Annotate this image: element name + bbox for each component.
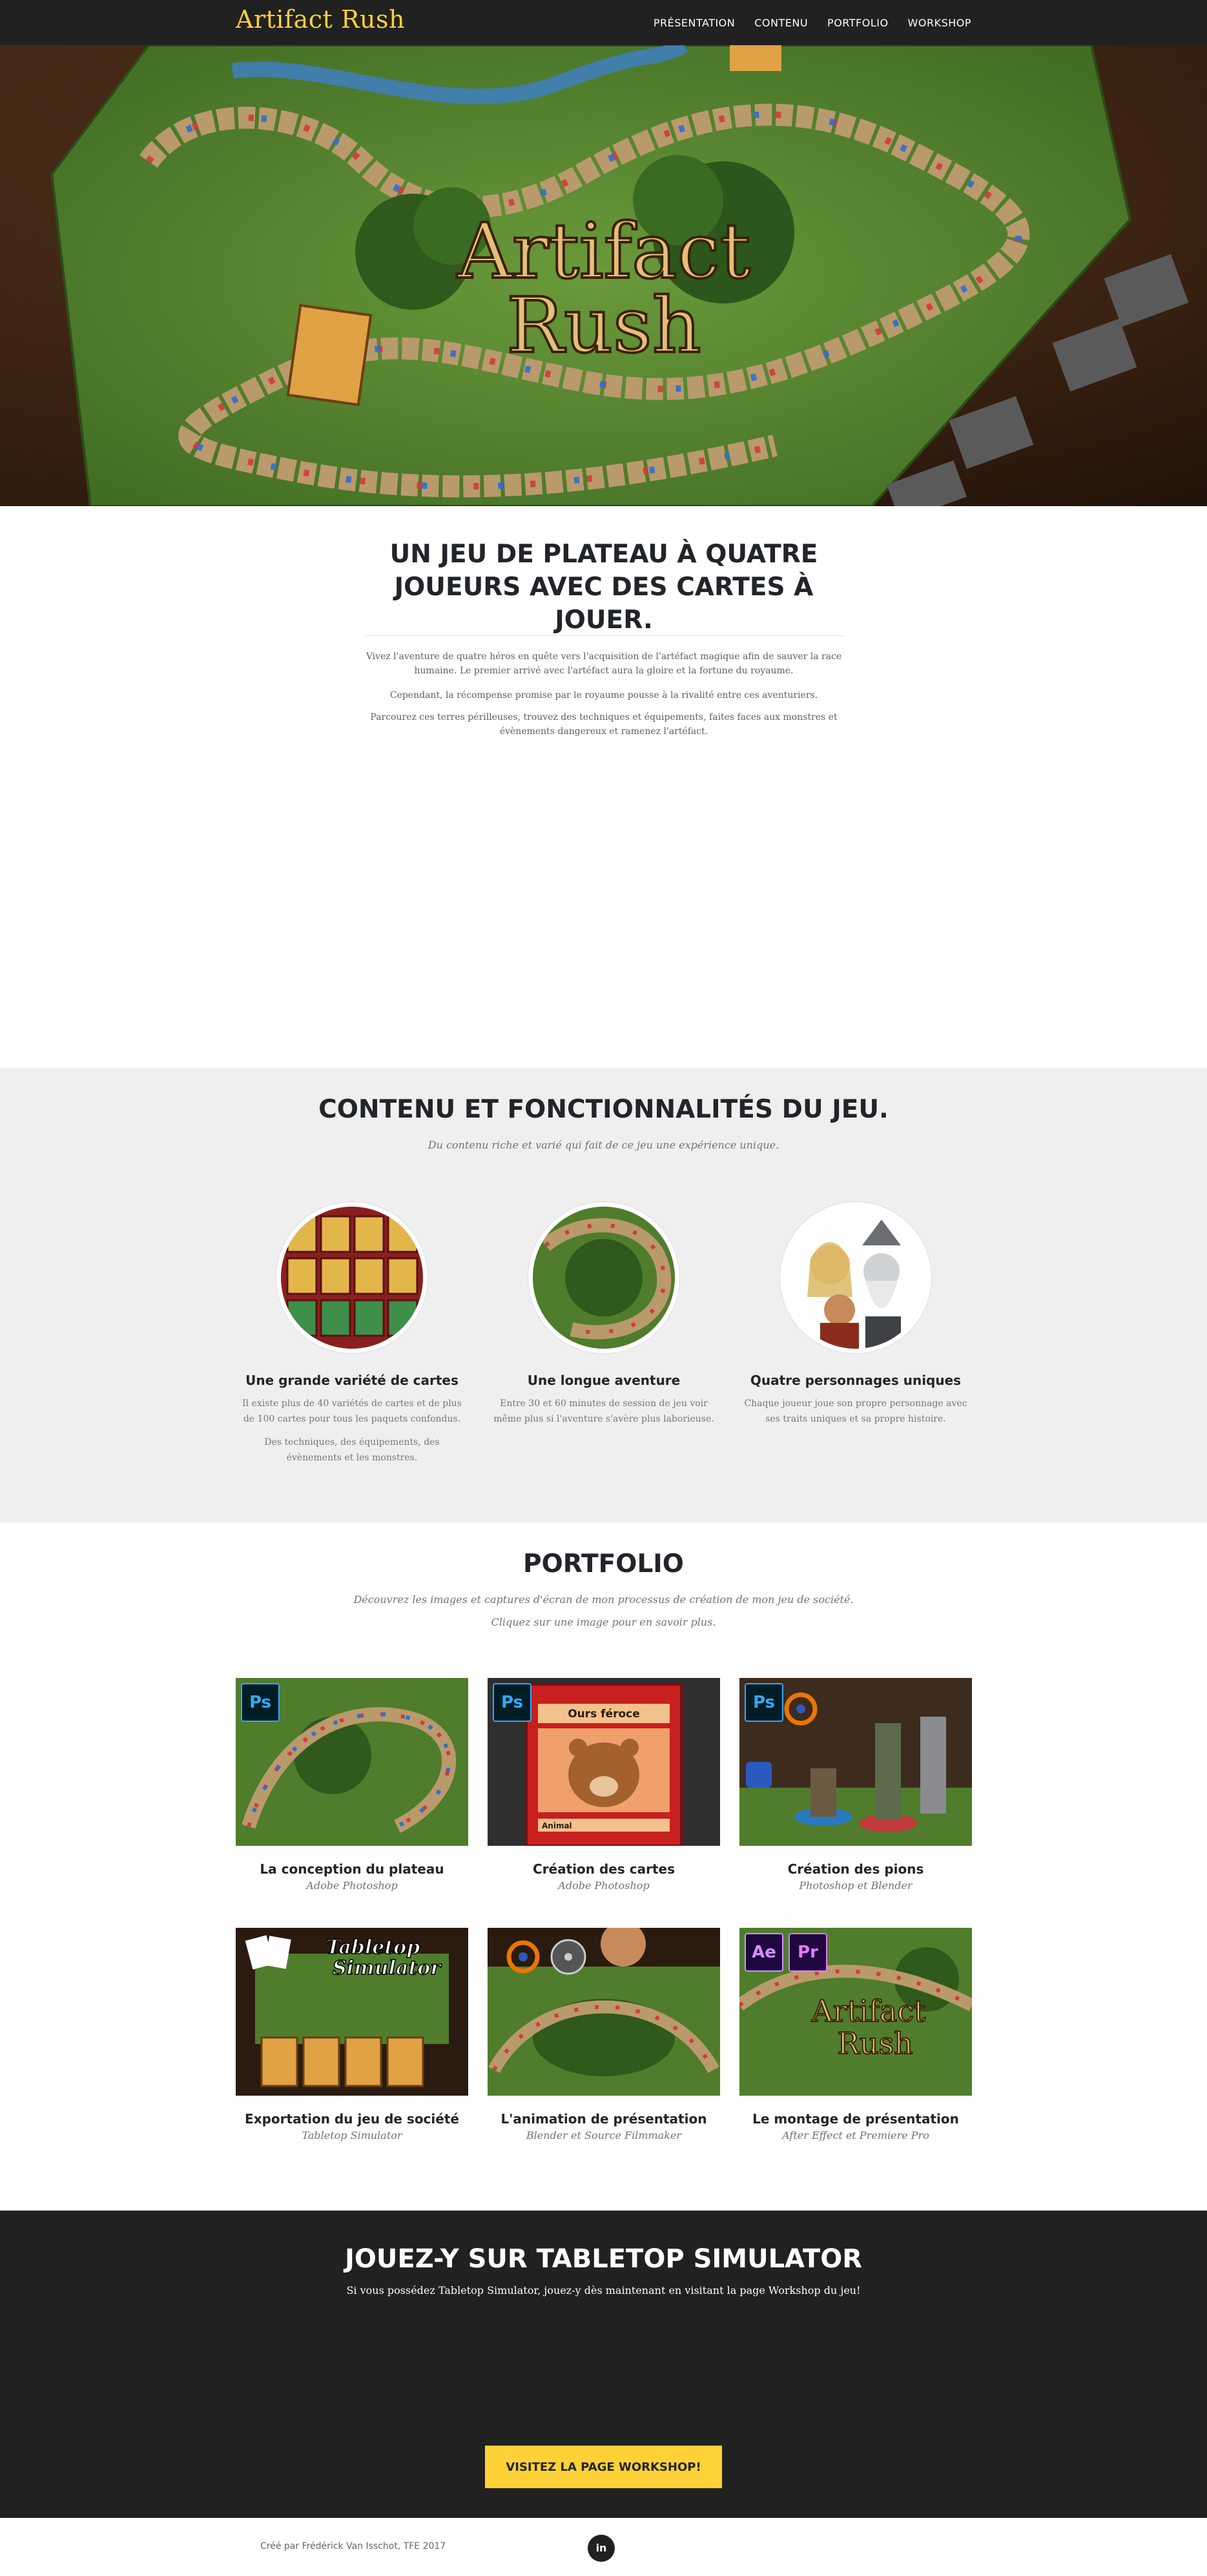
services-subtitle: Du contenu riche et varié qui fait de ce… xyxy=(428,1139,779,1151)
hero-logo-line2: Rush xyxy=(506,281,701,370)
photoshop-icon: Ps xyxy=(745,1683,783,1722)
cards-image xyxy=(276,1202,428,1353)
service-adventure: Une longue aventure Entre 30 et 60 minut… xyxy=(488,1202,720,1427)
service-characters: Quatre personnages uniques Chaque joueur… xyxy=(739,1202,972,1427)
portfolio-item-animation[interactable]: L'animation de présentation Blender et S… xyxy=(488,1928,720,2142)
editing-logo-line1: Artifact xyxy=(810,1994,926,2029)
portfolio-title-pawns: Création des pions xyxy=(787,1861,924,1877)
portfolio-thumb-animation[interactable] xyxy=(488,1928,720,2096)
nav-link-presentation[interactable]: PRÉSENTATION xyxy=(654,17,735,29)
portfolio-item-export[interactable]: Tabletop Simulator Exportation du jeu de… xyxy=(236,1928,468,2142)
brand-logo[interactable]: Artifact Rush xyxy=(236,5,405,34)
service-title-characters: Quatre personnages uniques xyxy=(750,1373,962,1388)
portfolio-title-cards: Création des cartes xyxy=(533,1861,675,1877)
workshop-title: JOUEZ-Y SUR TABLETOP SIMULATOR xyxy=(345,2244,862,2274)
premiere-pro-icon: Pr xyxy=(789,1933,827,1972)
after-effects-icon: Ae xyxy=(745,1933,783,1972)
portfolio-thumb-export[interactable]: Tabletop Simulator xyxy=(236,1928,468,2096)
portfolio-thumb-cards[interactable]: Ours féroce Animal Ps xyxy=(488,1678,720,1846)
board-illustration: Artifact Rush xyxy=(0,45,1207,506)
tabletop-logo-line1: Tabletop xyxy=(326,1936,420,1959)
nav-menu: PRÉSENTATION CONTENU PORTFOLIO WORKSHOP xyxy=(654,0,971,45)
card-name-label: Ours féroce xyxy=(568,1708,640,1721)
adventure-image xyxy=(528,1202,679,1353)
copyright-text: Créé par Frédérick Van Isschot, TFE 2017 xyxy=(260,2541,446,2551)
service-title-adventure: Une longue aventure xyxy=(527,1373,681,1388)
portfolio-caption-board: Adobe Photoshop xyxy=(306,1879,398,1892)
service-text-cards-1: Il existe plus de 40 variétés de cartes … xyxy=(242,1398,462,1424)
portfolio-item-cards[interactable]: Ours féroce Animal Ps Création des carte… xyxy=(488,1678,720,1892)
portfolio-thumb-pawns[interactable]: Ps xyxy=(739,1678,972,1846)
section-portfolio: PORTFOLIO Découvrez les images et captur… xyxy=(0,1522,1207,2211)
portfolio-item-pawns[interactable]: Ps Création des pions Photoshop et Blend… xyxy=(739,1678,972,1892)
service-text-cards-2: Des techniques, des équipements, des évè… xyxy=(264,1437,440,1463)
tabletop-logo-line2: Simulator xyxy=(333,1957,442,1979)
portfolio-title-editing: Le montage de présentation xyxy=(752,2111,959,2127)
portfolio-thumb-board[interactable]: Ps xyxy=(236,1678,468,1846)
nav-link-portfolio[interactable]: PORTFOLIO xyxy=(827,17,889,29)
portfolio-item-editing[interactable]: Artifact Rush Ae Pr Le montage de présen… xyxy=(739,1928,972,2142)
nav-link-workshop[interactable]: WORKSHOP xyxy=(908,17,971,29)
services-title: CONTENU ET FONCTIONNALITÉS DU JEU. xyxy=(318,1095,889,1124)
about-paragraph-2: Cependant, la récompense promise par le … xyxy=(389,690,818,700)
about-title: UN JEU DE PLATEAU À QUATRE JOUEURS AVEC … xyxy=(389,540,818,635)
service-cards: Une grande variété de cartes Il existe p… xyxy=(236,1202,468,1466)
portfolio-subtitle-1: Découvrez les images et captures d'écran… xyxy=(353,1593,854,1606)
hero-banner: Artifact Rush xyxy=(0,45,1207,506)
footer: Créé par Frédérick Van Isschot, TFE 2017… xyxy=(0,2518,1207,2576)
photoshop-icon: Ps xyxy=(241,1683,280,1722)
portfolio-subtitle-2: Cliquez sur une image pour en savoir plu… xyxy=(491,1616,716,1628)
navbar: Artifact Rush PRÉSENTATION CONTENU PORTF… xyxy=(0,0,1207,45)
about-paragraph-1: Vivez l'aventure de quatre héros en quêt… xyxy=(366,651,842,676)
portfolio-thumb-editing[interactable]: Artifact Rush Ae Pr xyxy=(739,1928,972,2096)
card-type-label: Animal xyxy=(542,1821,572,1830)
characters-image xyxy=(780,1202,931,1353)
editing-logo-line2: Rush xyxy=(837,2026,913,2061)
portfolio-title-animation: L'animation de présentation xyxy=(500,2111,707,2127)
workshop-button[interactable]: VISITEZ LA PAGE WORKSHOP! xyxy=(485,2446,722,2488)
service-title-cards: Une grande variété de cartes xyxy=(245,1373,459,1388)
section-workshop: JOUEZ-Y SUR TABLETOP SIMULATOR Si vous p… xyxy=(0,2211,1207,2518)
linkedin-icon[interactable]: in xyxy=(588,2535,615,2562)
portfolio-caption-cards: Adobe Photoshop xyxy=(558,1879,650,1892)
nav-link-contenu[interactable]: CONTENU xyxy=(754,17,808,29)
portfolio-title: PORTFOLIO xyxy=(523,1549,684,1579)
portfolio-title-board: La conception du plateau xyxy=(260,1861,444,1877)
workshop-text: Si vous possédez Tabletop Simulator, jou… xyxy=(346,2284,861,2296)
portfolio-caption-animation: Blender et Source Filmmaker xyxy=(526,2129,682,2142)
portfolio-caption-editing: After Effect et Premiere Pro xyxy=(782,2129,929,2142)
photoshop-icon: Ps xyxy=(493,1683,531,1722)
portfolio-caption-export: Tabletop Simulator xyxy=(302,2129,402,2142)
portfolio-item-board[interactable]: Ps La conception du plateau Adobe Photos… xyxy=(236,1678,468,1892)
service-text-adventure: Entre 30 et 60 minutes de session de jeu… xyxy=(493,1398,714,1424)
section-contenu: CONTENU ET FONCTIONNALITÉS DU JEU. Du co… xyxy=(0,1068,1207,1522)
section-presentation: UN JEU DE PLATEAU À QUATRE JOUEURS AVEC … xyxy=(0,506,1207,1068)
portfolio-title-export: Exportation du jeu de société xyxy=(245,2111,459,2127)
about-paragraph-3: Parcourez ces terres périlleuses, trouve… xyxy=(370,712,838,737)
about-divider xyxy=(364,635,845,636)
service-text-characters: Chaque joueur joue son propre personnage… xyxy=(744,1398,967,1424)
portfolio-caption-pawns: Photoshop et Blender xyxy=(799,1879,913,1892)
